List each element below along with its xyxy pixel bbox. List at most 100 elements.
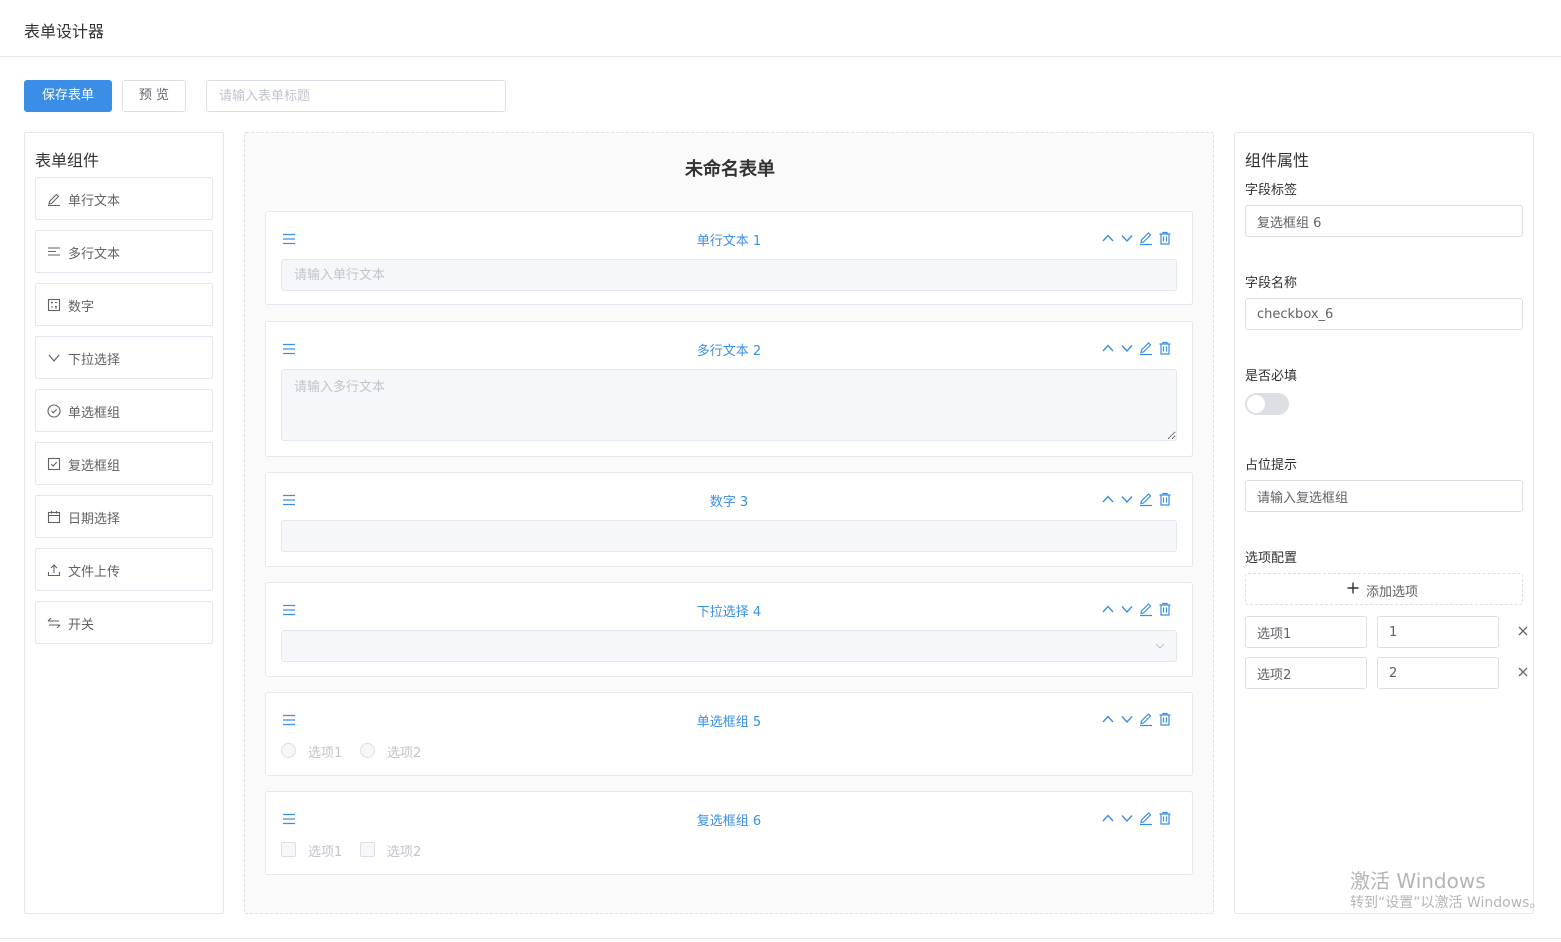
edit-icon[interactable] bbox=[1138, 810, 1154, 826]
field-radio-group[interactable]: 单选框组 5 选项1 选项2 bbox=[265, 692, 1193, 776]
edit-icon[interactable] bbox=[1138, 340, 1154, 356]
field-select[interactable]: 下拉选择 4 bbox=[265, 582, 1193, 677]
move-up-icon[interactable] bbox=[1100, 230, 1116, 246]
option-label-input[interactable] bbox=[1245, 657, 1367, 689]
lines-icon bbox=[48, 247, 60, 256]
save-form-button[interactable]: 保存表单 bbox=[24, 80, 112, 112]
delete-icon[interactable] bbox=[1157, 340, 1173, 356]
component-label: 下拉选择 bbox=[68, 353, 121, 368]
component-label: 日期选择 bbox=[68, 512, 121, 527]
move-down-icon[interactable] bbox=[1119, 810, 1135, 826]
options-caption: 选项配置 bbox=[1245, 551, 1298, 566]
add-option-button[interactable]: 添加选项 bbox=[1245, 573, 1523, 605]
radio-circle bbox=[360, 743, 375, 758]
field-label: 数字 3 bbox=[709, 495, 749, 510]
component-multi-line-text[interactable]: 多行文本 bbox=[35, 230, 213, 273]
form-title-input[interactable] bbox=[206, 80, 506, 112]
field-checkbox-group[interactable]: 复选框组 6 选项1 选项2 bbox=[265, 791, 1193, 875]
field-label: 复选框组 6 bbox=[696, 814, 762, 829]
checkbox-icon bbox=[47, 457, 61, 471]
component-label: 数字 bbox=[68, 300, 95, 315]
option-value-input[interactable] bbox=[1377, 616, 1499, 648]
field-label: 多行文本 2 bbox=[696, 344, 762, 359]
move-up-icon[interactable] bbox=[1100, 810, 1116, 826]
delete-icon[interactable] bbox=[1157, 601, 1173, 617]
app-title: 表单设计器 bbox=[24, 22, 105, 41]
option-label: 选项1 bbox=[308, 746, 343, 761]
component-date-picker[interactable]: 日期选择 bbox=[35, 495, 213, 538]
field-label: 下拉选择 4 bbox=[696, 605, 762, 620]
component-switch[interactable]: 开关 bbox=[35, 601, 213, 644]
delete-icon[interactable] bbox=[1157, 491, 1173, 507]
field-label: 单选框组 5 bbox=[696, 715, 762, 730]
field-name-input[interactable] bbox=[1245, 298, 1523, 330]
delete-icon[interactable] bbox=[1157, 230, 1173, 246]
select-preview[interactable] bbox=[281, 630, 1177, 662]
component-label: 复选框组 bbox=[68, 459, 121, 474]
radio-circle bbox=[281, 743, 296, 758]
switch-knob bbox=[1247, 395, 1265, 413]
calculator-icon bbox=[47, 298, 61, 312]
edit-icon[interactable] bbox=[1138, 230, 1154, 246]
edit-icon[interactable] bbox=[1138, 711, 1154, 727]
component-select[interactable]: 下拉选择 bbox=[35, 336, 213, 379]
chevron-down-icon bbox=[48, 354, 60, 362]
properties-panel: 组件属性 字段标签 字段名称 是否必填 占位提示 选项配置 添加选项 bbox=[1234, 132, 1534, 914]
field-label-input[interactable] bbox=[1245, 205, 1523, 237]
windows-activation-hint: 转到“设置”以激活 Windows。 bbox=[1350, 895, 1544, 911]
field-actions bbox=[1100, 340, 1178, 358]
delete-icon[interactable] bbox=[1157, 810, 1173, 826]
component-label: 单行文本 bbox=[68, 194, 121, 209]
field-label-caption: 字段标签 bbox=[1245, 183, 1298, 198]
option-value-input[interactable] bbox=[1377, 657, 1499, 689]
field-multi-line-text[interactable]: 多行文本 2 bbox=[265, 321, 1193, 457]
calendar-icon bbox=[47, 511, 61, 524]
delete-icon[interactable] bbox=[1157, 711, 1173, 727]
move-up-icon[interactable] bbox=[1100, 601, 1116, 617]
required-switch[interactable] bbox=[1245, 393, 1289, 415]
move-down-icon[interactable] bbox=[1119, 340, 1135, 356]
component-radio-group[interactable]: 单选框组 bbox=[35, 389, 213, 432]
move-up-icon[interactable] bbox=[1100, 711, 1116, 727]
field-single-line-text[interactable]: 单行文本 1 bbox=[265, 211, 1193, 305]
toolbar: 保存表单 预 览 bbox=[24, 80, 1224, 112]
preview-button[interactable]: 预 览 bbox=[122, 80, 186, 112]
option-label: 选项2 bbox=[387, 845, 422, 860]
placeholder-input[interactable] bbox=[1245, 480, 1523, 512]
bottom-divider bbox=[0, 938, 1561, 939]
chevron-down-icon bbox=[1155, 643, 1165, 649]
components-panel: 表单组件 单行文本 多行文本 数字 下拉选择 单选框组 复选框组 日期选择 文件… bbox=[24, 132, 224, 914]
component-label: 开关 bbox=[68, 618, 95, 633]
radio-group-preview: 选项1 选项2 bbox=[281, 742, 481, 761]
single-line-text-preview[interactable] bbox=[281, 259, 1177, 291]
switch-arrows-icon bbox=[47, 617, 61, 629]
move-down-icon[interactable] bbox=[1119, 601, 1135, 617]
form-title: 未命名表单 bbox=[685, 159, 775, 180]
component-file-upload[interactable]: 文件上传 bbox=[35, 548, 213, 591]
close-icon[interactable] bbox=[1517, 625, 1529, 637]
field-actions bbox=[1100, 810, 1178, 828]
component-checkbox-group[interactable]: 复选框组 bbox=[35, 442, 213, 485]
move-down-icon[interactable] bbox=[1119, 230, 1135, 246]
move-down-icon[interactable] bbox=[1119, 711, 1135, 727]
component-single-line-text[interactable]: 单行文本 bbox=[35, 177, 213, 220]
field-number[interactable]: 数字 3 bbox=[265, 472, 1193, 567]
edit-icon[interactable] bbox=[1138, 491, 1154, 507]
option-row bbox=[1245, 616, 1535, 648]
option-label-input[interactable] bbox=[1245, 616, 1367, 648]
top-bar: 表单设计器 bbox=[0, 0, 1561, 57]
number-input-preview[interactable] bbox=[281, 520, 1177, 552]
add-option-label: 添加选项 bbox=[1366, 585, 1419, 600]
checkbox-square bbox=[360, 842, 375, 857]
move-up-icon[interactable] bbox=[1100, 340, 1116, 356]
form-canvas: 未命名表单 单行文本 1 多行文本 2 数字 3 bbox=[244, 132, 1214, 914]
move-up-icon[interactable] bbox=[1100, 491, 1116, 507]
move-down-icon[interactable] bbox=[1119, 491, 1135, 507]
edit-icon[interactable] bbox=[1138, 601, 1154, 617]
checkbox-square bbox=[281, 842, 296, 857]
field-label: 单行文本 1 bbox=[696, 234, 762, 249]
multi-line-text-preview[interactable] bbox=[281, 369, 1177, 441]
close-icon[interactable] bbox=[1517, 666, 1529, 678]
component-number[interactable]: 数字 bbox=[35, 283, 213, 326]
component-label: 单选框组 bbox=[68, 406, 121, 421]
